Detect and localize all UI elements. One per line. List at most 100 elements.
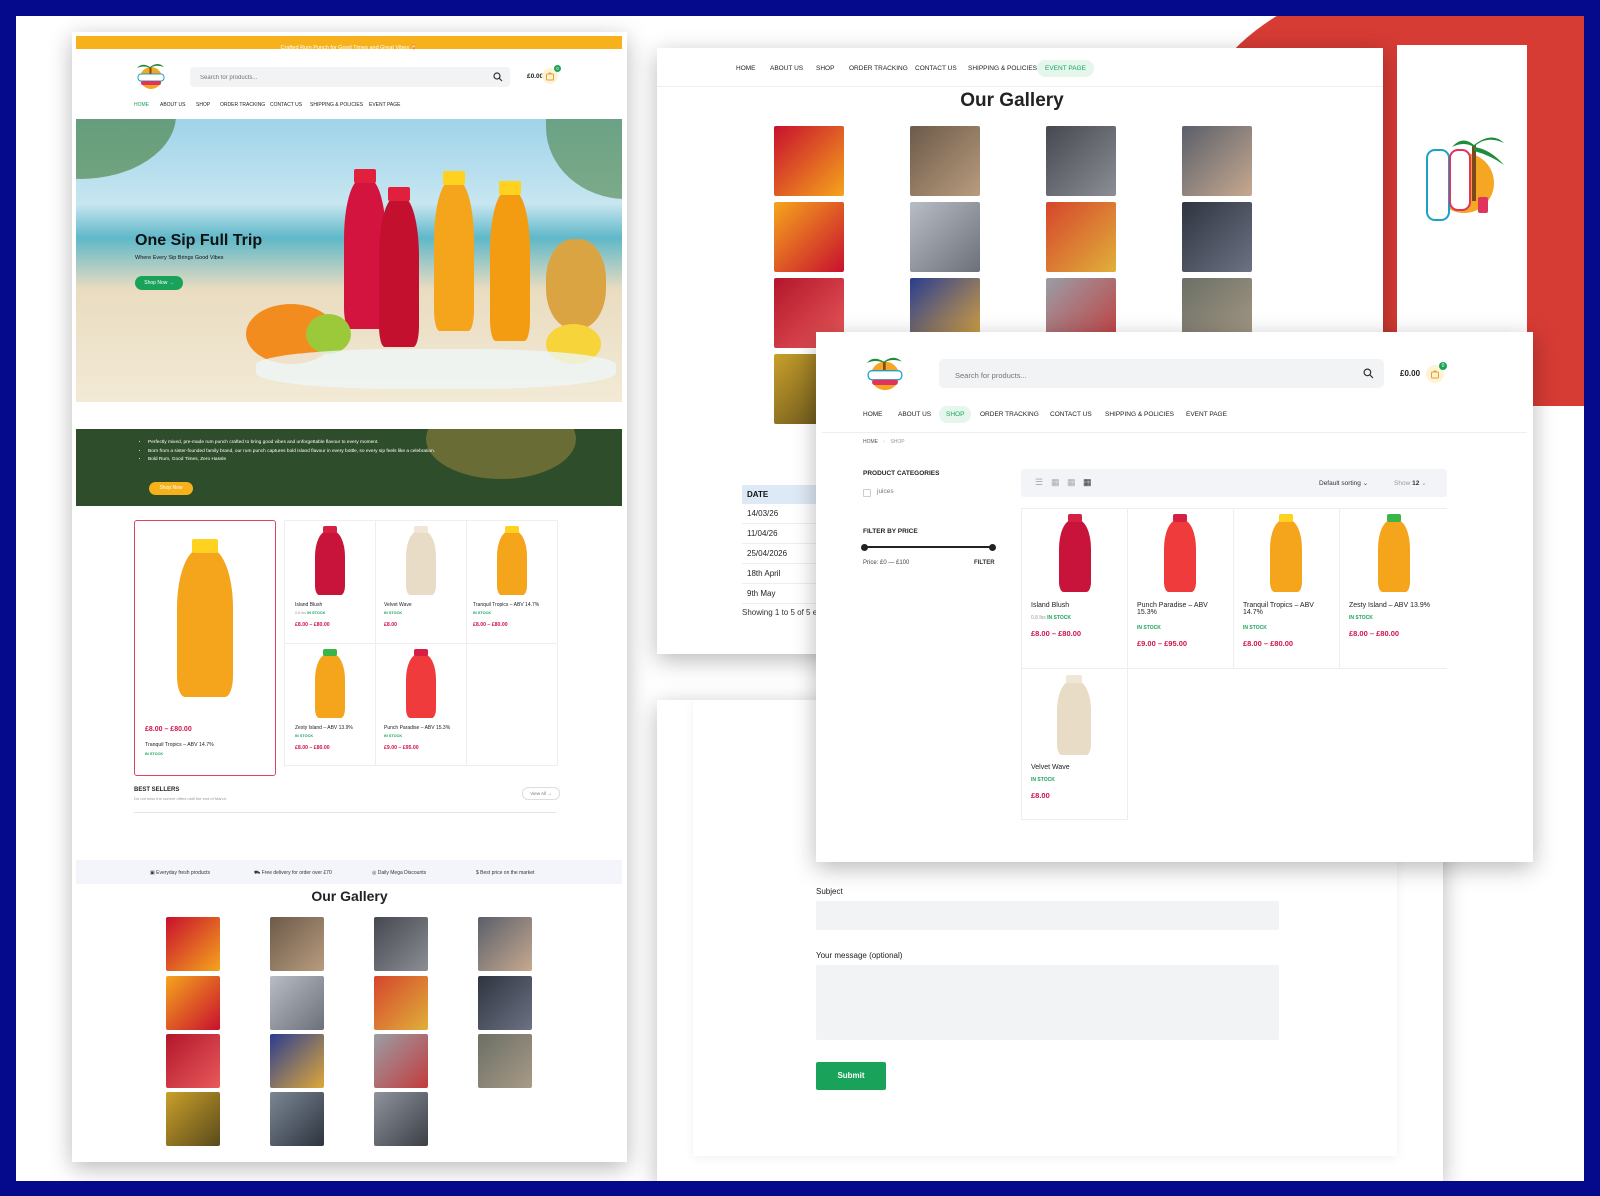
product-card[interactable]: Island Blush 0.8 lbs IN STOCK £8.00 – £8… [285,521,375,643]
nav-event-page[interactable]: EVENT PAGE [369,102,401,108]
show-dropdown[interactable]: Show 12 ⌄ [1394,479,1427,487]
list-view-icon[interactable]: ☰ [1035,477,1043,488]
gallery-photo[interactable] [910,126,980,196]
cart-total[interactable]: £0.00 [527,73,543,80]
nav-shipping-policies[interactable]: SHIPPING & POLICIES [310,102,363,108]
nav-contact-us[interactable]: CONTACT US [915,65,957,72]
gallery-photo[interactable] [166,976,220,1030]
search-input[interactable] [953,367,1337,383]
nav-about-us[interactable]: ABOUT US [770,65,803,72]
nav-contact-us[interactable]: CONTACT US [270,102,302,108]
gallery-photo[interactable] [910,202,980,272]
event-row[interactable]: 9th May [742,584,822,604]
product-name[interactable]: Island Blush [295,602,322,608]
submit-button[interactable]: Submit [816,1062,886,1090]
nav-home[interactable]: HOME [134,102,149,108]
featured-product-card[interactable]: £8.00 – £80.00 Tranquil Tropics – ABV 14… [134,520,276,776]
subject-input[interactable] [816,901,1279,930]
gallery-photo[interactable] [1182,202,1252,272]
nav-order-tracking[interactable]: ORDER TRACKING [849,65,908,72]
search-input[interactable] [198,71,482,85]
message-textarea[interactable] [816,965,1279,1040]
site-logo[interactable] [134,58,168,92]
gallery-photo[interactable] [374,1034,428,1088]
nav-shop[interactable]: SHOP [939,406,972,423]
nav-event-page[interactable]: EVENT PAGE [1186,411,1227,418]
nav-shop[interactable]: SHOP [196,102,210,108]
product-name[interactable]: Velvet Wave [384,602,412,608]
view-all-button[interactable]: View All → [522,787,560,800]
cart-total[interactable]: £0.00 [1400,369,1420,378]
gallery-photo[interactable] [270,1034,324,1088]
slider-handle-max[interactable] [989,543,996,551]
grid-3-view-icon[interactable]: ▦ [1067,477,1076,488]
search-icon[interactable] [493,72,503,82]
sorting-dropdown[interactable]: Default sorting ⌄ [1319,479,1368,487]
search-bar[interactable] [939,359,1384,388]
nav-shipping-policies[interactable]: SHIPPING & POLICIES [1105,411,1174,418]
gallery-photo[interactable] [166,917,220,971]
info-shop-now-button[interactable]: Shop Now [149,482,193,495]
nav-shop[interactable]: SHOP [816,65,834,72]
shop-product-card[interactable]: Zesty Island – ABV 13.9% IN STOCK £8.00 … [1340,508,1447,668]
search-bar[interactable] [190,67,510,87]
nav-home[interactable]: HOME [736,65,756,72]
nav-home[interactable]: HOME [863,411,883,418]
gallery-photo[interactable] [1046,126,1116,196]
price-slider[interactable] [861,543,996,551]
product-card[interactable]: Velvet Wave IN STOCK £8.00 [376,521,466,643]
product-name[interactable]: Velvet Wave [1031,764,1070,771]
hero-shop-now-button[interactable]: Shop Now → [135,276,183,290]
gallery-photo[interactable] [774,202,844,272]
category-label[interactable]: juices [877,488,894,495]
grid-2-view-icon[interactable]: ▦ [1051,477,1060,488]
search-icon[interactable] [1363,368,1374,379]
shop-product-card[interactable]: Island Blush 0.8 lbs IN STOCK £8.00 – £8… [1021,508,1127,668]
nav-order-tracking[interactable]: ORDER TRACKING [980,411,1039,418]
event-row[interactable]: 11/04/26 [742,524,822,544]
slider-handle-min[interactable] [861,543,868,551]
nav-about-us[interactable]: ABOUT US [898,411,931,418]
product-card[interactable]: Punch Paradise – ABV 15.3% IN STOCK £9.0… [376,644,466,765]
category-checkbox[interactable] [863,489,871,497]
gallery-photo[interactable] [374,976,428,1030]
product-name[interactable]: Island Blush [1031,602,1069,609]
gallery-photo[interactable] [478,917,532,971]
event-row[interactable]: 18th April [742,564,822,584]
product-name[interactable]: Tranquil Tropics – ABV 14.7% [1243,602,1333,616]
gallery-photo[interactable] [478,1034,532,1088]
product-name[interactable]: Zesty Island – ABV 13.9% [295,725,353,731]
gallery-photo[interactable] [1182,126,1252,196]
nav-event-page[interactable]: EVENT PAGE [1037,60,1094,77]
cart-button[interactable]: 0 [1426,362,1447,383]
nav-about-us[interactable]: ABOUT US [160,102,185,108]
gallery-photo[interactable] [374,1092,428,1146]
nav-order-tracking[interactable]: ORDER TRACKING [220,102,265,108]
gallery-photo[interactable] [774,126,844,196]
gallery-photo[interactable] [478,976,532,1030]
product-name[interactable]: Tranquil Tropics – ABV 14.7% [473,602,539,608]
product-name[interactable]: Punch Paradise – ABV 15.3% [1137,602,1227,616]
event-row[interactable]: 14/03/26 [742,504,822,524]
gallery-photo[interactable] [166,1034,220,1088]
nav-contact-us[interactable]: CONTACT US [1050,411,1092,418]
product-name[interactable]: Punch Paradise – ABV 15.3% [384,725,450,731]
shop-product-card[interactable]: Velvet Wave IN STOCK £8.00 [1021,669,1127,819]
gallery-photo[interactable] [270,1092,324,1146]
breadcrumb-home[interactable]: HOME [863,439,878,445]
site-logo[interactable] [863,350,907,394]
nav-shipping-policies[interactable]: SHIPPING & POLICIES [968,65,1037,72]
featured-name[interactable]: Tranquil Tropics – ABV 14.7% [145,742,214,748]
gallery-photo[interactable] [270,976,324,1030]
shop-product-card[interactable]: Tranquil Tropics – ABV 14.7% IN STOCK £8… [1234,508,1339,668]
event-row[interactable]: 25/04/2026 [742,544,822,564]
gallery-photo[interactable] [166,1092,220,1146]
product-card[interactable]: Zesty Island – ABV 13.9% IN STOCK £8.00 … [285,644,375,765]
product-card[interactable]: Tranquil Tropics – ABV 14.7% IN STOCK £8… [467,521,557,643]
cart-button[interactable]: 0 [542,65,561,84]
grid-4-view-icon[interactable]: ▦ [1083,477,1092,488]
product-name[interactable]: Zesty Island – ABV 13.9% [1349,602,1430,609]
gallery-photo[interactable] [374,917,428,971]
gallery-photo[interactable] [270,917,324,971]
filter-button[interactable]: FILTER [974,560,995,566]
